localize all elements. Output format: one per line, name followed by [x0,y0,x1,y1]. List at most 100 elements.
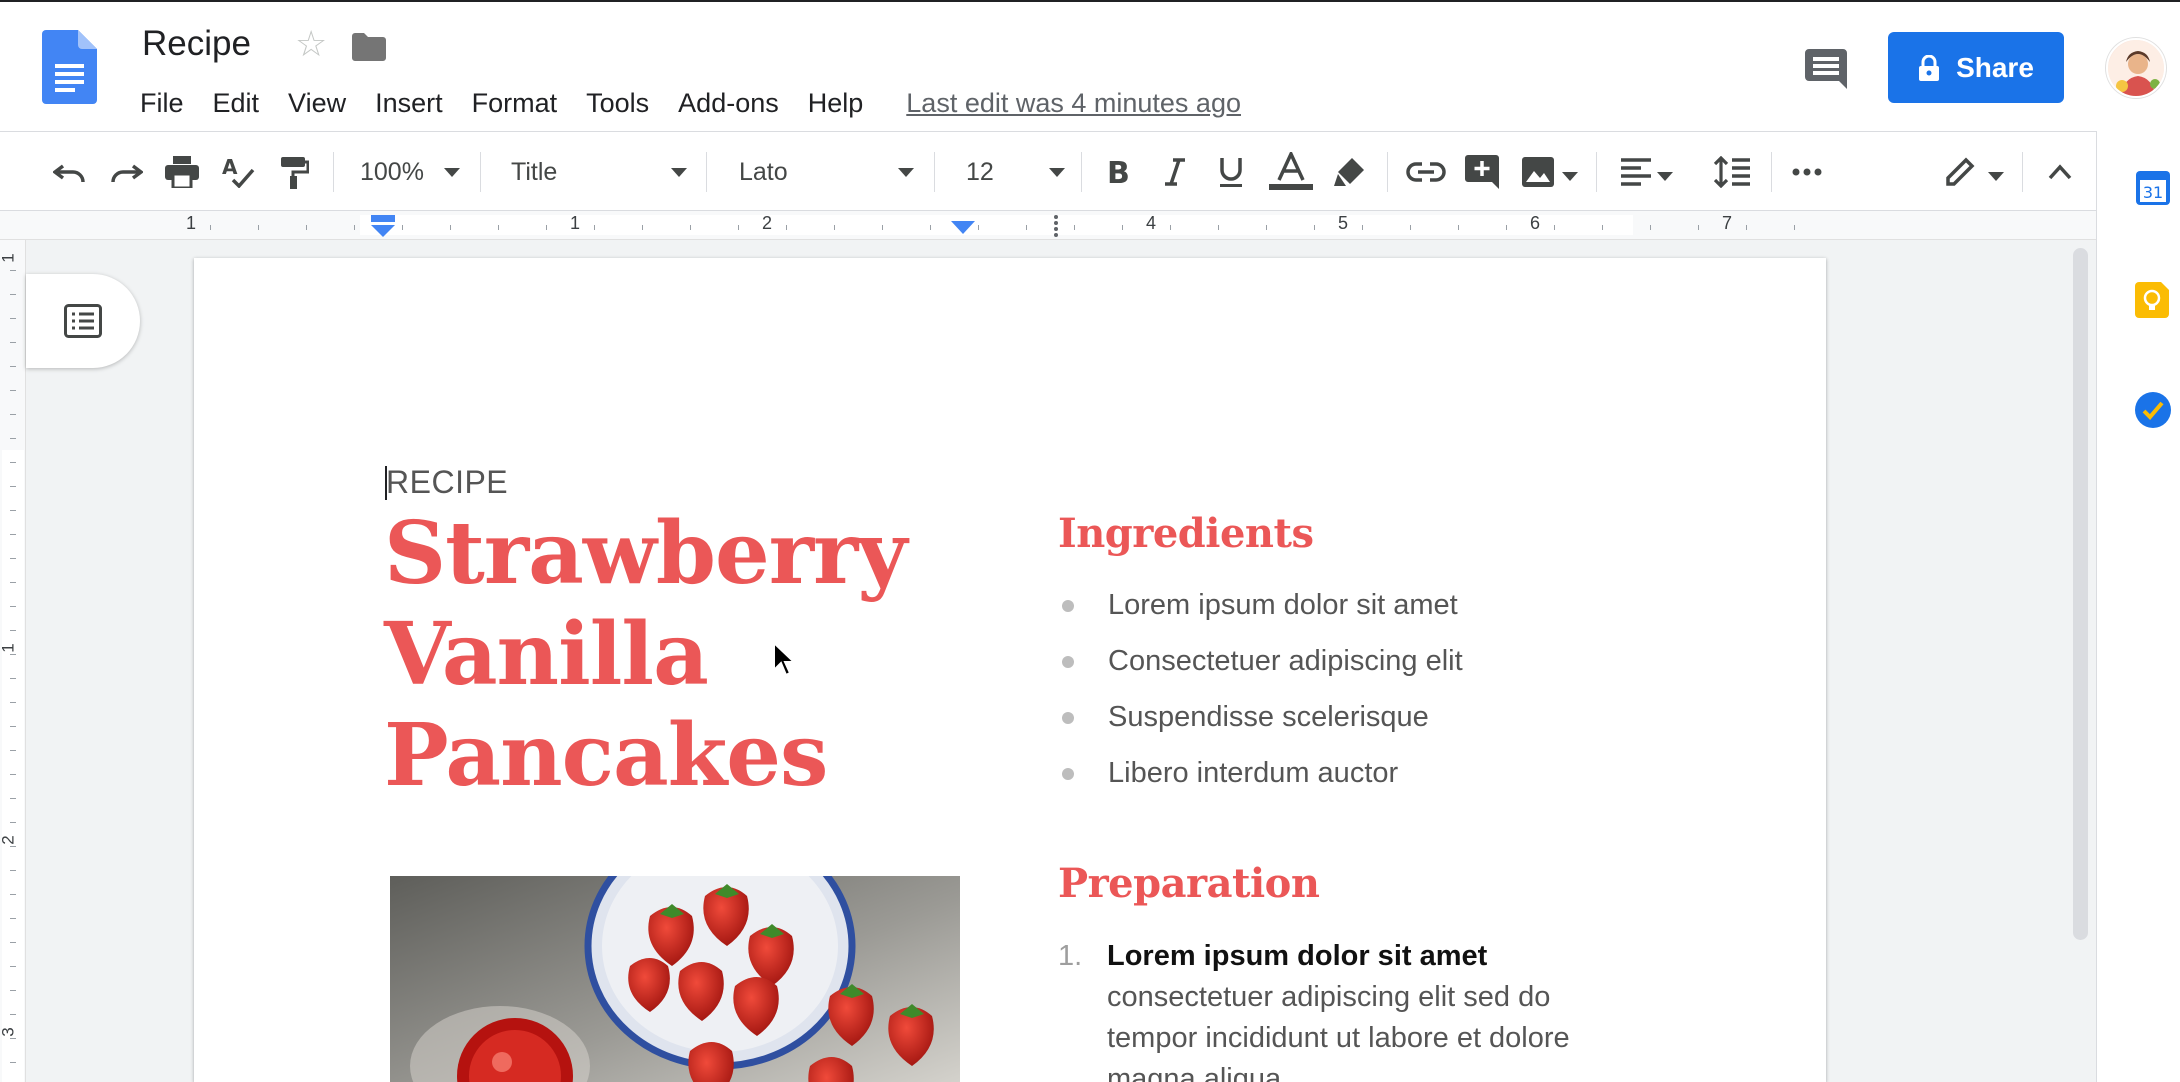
insert-image-caret-icon[interactable] [1562,172,1578,181]
font-size-caret-icon[interactable] [1049,168,1065,177]
prep-step-title[interactable]: Lorem ipsum dolor sit amet [1107,940,1487,973]
preparation-heading[interactable]: Preparation [1058,860,1320,907]
align-caret-icon[interactable] [1657,172,1673,181]
document-page[interactable]: RECIPE Strawberry Vanilla Pancakes Ingre… [194,258,1826,1082]
ruler-label: 4 [1146,213,1157,233]
italic-icon[interactable] [1153,150,1197,194]
google-docs-logo-icon[interactable] [42,30,97,104]
title-line[interactable]: Pancakes [384,713,828,799]
spellcheck-icon[interactable]: A [216,150,260,194]
bold-icon[interactable]: B [1097,150,1141,194]
ruler-tick [1506,225,1507,230]
app-header: Recipe ☆ File Edit View Insert Format To… [0,0,2180,131]
title-line[interactable]: Strawberry [384,511,907,597]
ruler-tick [258,225,259,230]
right-indent-marker-icon[interactable] [950,219,976,235]
menu-insert[interactable]: Insert [375,88,443,119]
vertical-ruler[interactable]: 1 1 2 3 [0,240,26,1082]
calendar-icon[interactable]: 31 [2135,170,2171,206]
add-comment-icon[interactable] [1460,150,1504,194]
folder-icon[interactable] [352,33,386,61]
ingredients-heading[interactable]: Ingredients [1058,510,1314,557]
recipe-kicker[interactable]: RECIPE [386,464,508,501]
ingredient-item[interactable]: Lorem ipsum dolor sit amet [1058,589,1458,622]
collapse-icon[interactable] [2038,150,2082,194]
prep-step-line[interactable]: consectetuer adipiscing elit sed do [1107,977,1647,1018]
account-avatar[interactable] [2106,38,2166,98]
vruler-tick [10,558,16,559]
ruler-tick [450,225,451,230]
toolbar-separator [1081,152,1082,192]
underline-icon[interactable] [1209,150,1253,194]
menu-file[interactable]: File [140,88,184,119]
toolbar-separator [333,152,334,192]
ruler-label: 1 [570,213,581,233]
document-outline-button[interactable] [26,274,140,368]
text-color-icon[interactable] [1267,150,1315,194]
strawberry-photo[interactable] [390,876,960,1082]
vruler-label: 1 [0,253,18,263]
insert-image-icon[interactable] [1516,150,1560,194]
tasks-icon[interactable] [2135,392,2171,428]
toolbar-separator [480,152,481,192]
vruler-tick [10,414,16,415]
ruler-tick [498,225,499,230]
align-icon[interactable] [1614,150,1658,194]
style-caret-icon[interactable] [671,168,687,177]
ingredient-item[interactable]: Consectetuer adipiscing elit [1058,645,1463,678]
ruler-tick [210,225,211,230]
share-button[interactable]: Share [1888,32,2064,103]
prep-step-line[interactable]: tempor incididunt ut labore et dolore [1107,1018,1647,1059]
keep-icon[interactable] [2135,282,2171,318]
horizontal-ruler[interactable]: 1 1 2 4 5 6 7 [0,211,2096,240]
font-size-value: 12 [966,157,994,186]
highlight-icon[interactable] [1328,150,1372,194]
undo-icon[interactable] [48,150,92,194]
bullet-icon [1062,767,1074,780]
ruler-tick [1650,225,1651,230]
zoom-caret-icon[interactable] [444,168,460,177]
bullet-icon [1062,599,1074,612]
star-icon[interactable]: ☆ [295,26,327,62]
print-icon[interactable] [160,150,204,194]
vruler-tick [10,798,16,799]
paint-format-icon[interactable] [272,150,316,194]
menu-add-ons[interactable]: Add-ons [678,88,779,119]
line-spacing-icon[interactable] [1710,150,1754,194]
font-select[interactable]: Lato [739,152,919,192]
indent-marker-icon[interactable] [370,215,396,237]
ruler-tick [1074,225,1075,230]
title-line[interactable]: Vanilla [384,612,709,698]
menu-help[interactable]: Help [808,88,864,119]
editing-mode-caret-icon[interactable] [1988,172,2004,181]
menu-view[interactable]: View [288,88,346,119]
column-marker-icon[interactable] [1052,214,1060,238]
scrollbar-thumb[interactable] [2073,248,2088,940]
menu-format[interactable]: Format [472,88,558,119]
toolbar-separator [706,152,707,192]
prep-step-line[interactable]: magna aliqua. [1107,1059,1647,1082]
ingredient-item[interactable]: Suspendisse scelerisque [1058,701,1429,734]
link-icon[interactable] [1404,150,1448,194]
ingredient-item[interactable]: Libero interdum auctor [1058,757,1398,790]
menu-edit[interactable]: Edit [213,88,260,119]
more-icon[interactable] [1785,150,1829,194]
vruler-tick [10,342,16,343]
vruler-tick [10,366,16,367]
font-caret-icon[interactable] [898,168,914,177]
comments-icon[interactable] [1805,49,1847,89]
ruler-tick [1314,225,1315,230]
vruler-tick [10,318,16,319]
bullet-icon [1062,711,1074,724]
ingredient-text: Libero interdum auctor [1108,757,1399,789]
menu-tools[interactable]: Tools [586,88,649,119]
document-title[interactable]: Recipe [142,24,251,64]
svg-text:B: B [1107,157,1130,187]
editing-mode-icon[interactable] [1938,150,1982,194]
bullet-icon [1062,655,1074,668]
vruler-tick [10,486,16,487]
style-select[interactable]: Title [511,152,691,192]
vruler-tick [10,270,16,271]
redo-icon[interactable] [104,150,148,194]
last-edit-link[interactable]: Last edit was 4 minutes ago [906,88,1241,119]
